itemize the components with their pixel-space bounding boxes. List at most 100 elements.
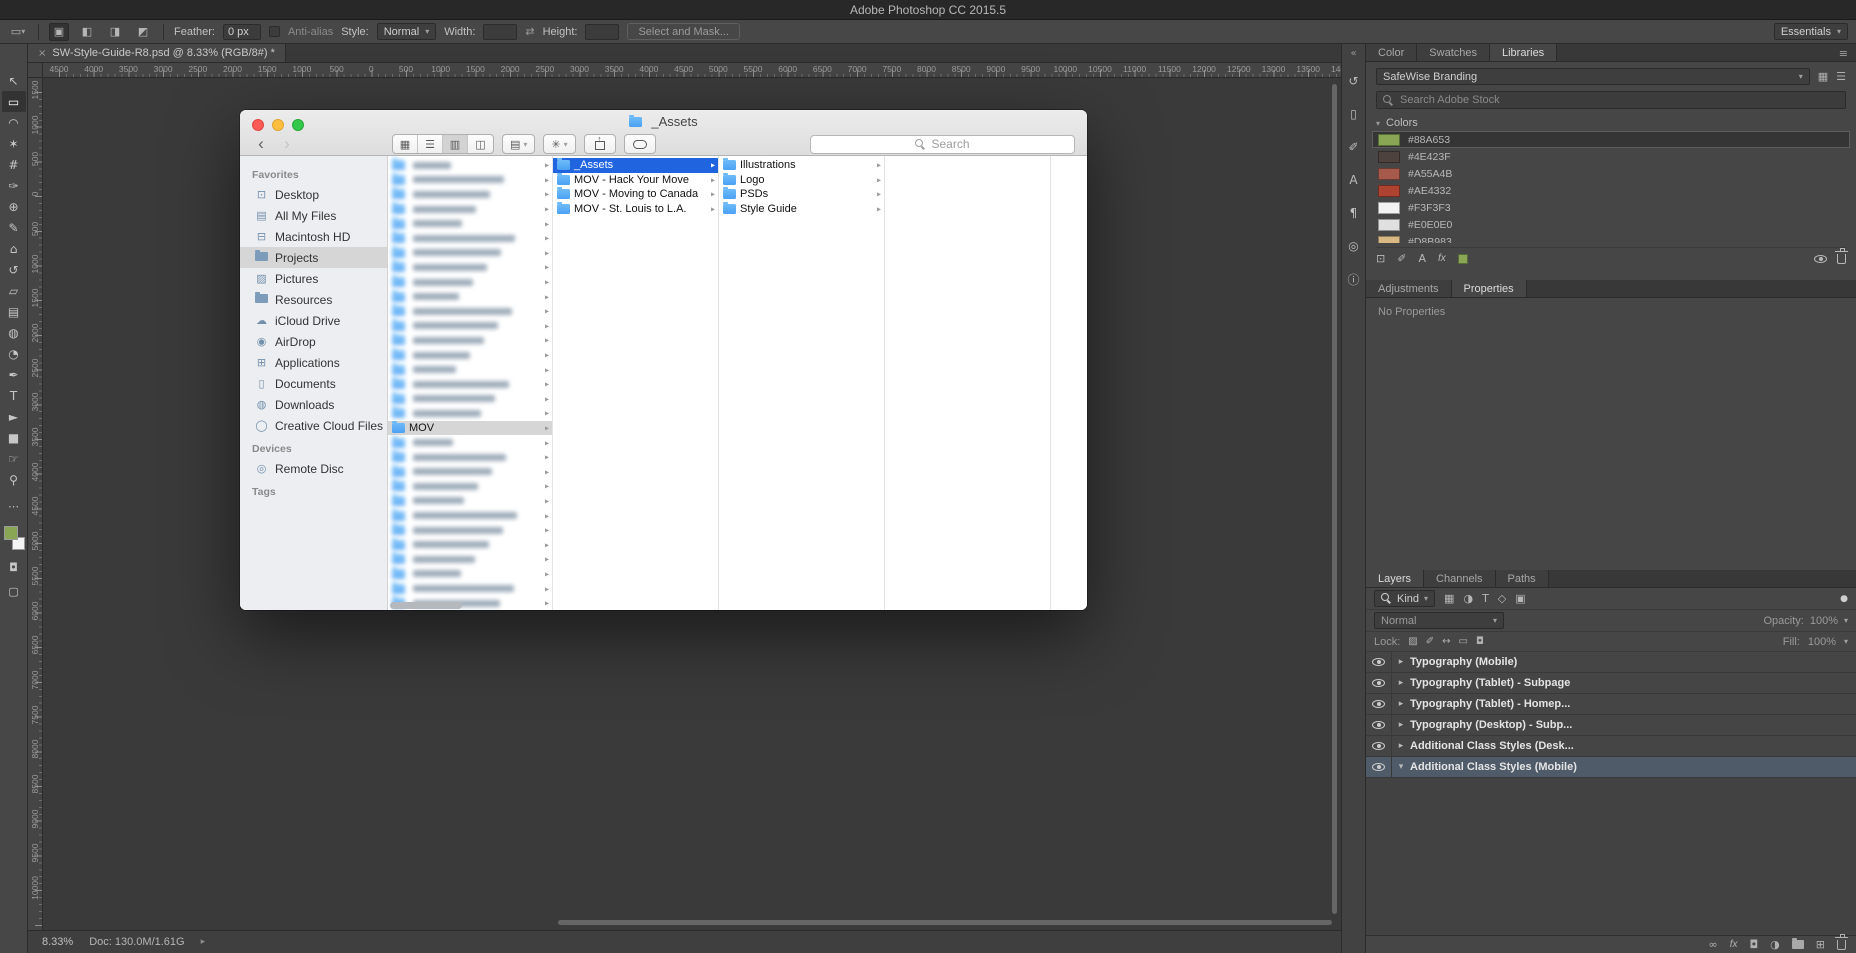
style-select[interactable]: Normal▾ xyxy=(377,23,436,40)
edit-toolbar-icon[interactable]: ⋯ xyxy=(2,498,26,514)
finder-column1-item[interactable]: ▸ xyxy=(388,187,552,202)
finder-column1-item[interactable]: ▸ xyxy=(388,537,552,552)
add-to-selection-icon[interactable]: ◧ xyxy=(77,23,97,41)
finder-column1-item[interactable]: ▸ xyxy=(388,231,552,246)
chevron-right-icon[interactable]: ▸ xyxy=(1392,741,1410,751)
new-selection-icon[interactable]: ▣ xyxy=(49,23,69,41)
layer-row[interactable]: ▸Additional Class Styles (Desk... xyxy=(1366,736,1856,757)
type-tool[interactable]: T xyxy=(2,385,26,406)
tab-paths[interactable]: Paths xyxy=(1496,570,1549,587)
filter-toggle-icon[interactable]: ● xyxy=(1840,594,1848,604)
trash-icon[interactable] xyxy=(1837,254,1846,264)
library-color-item[interactable]: #D8B983 xyxy=(1372,233,1850,243)
intersect-selection-icon[interactable]: ◩ xyxy=(133,23,153,41)
feather-field[interactable]: 0 px xyxy=(223,24,261,40)
forward-button[interactable]: › xyxy=(278,134,296,154)
delete-layer-icon[interactable] xyxy=(1837,940,1846,950)
document-tab[interactable]: × SW-Style-Guide-R8.psd @ 8.33% (RGB/8#)… xyxy=(28,44,286,62)
add-graphic-icon[interactable]: ⊡ xyxy=(1376,252,1385,265)
library-color-item[interactable]: #88A653 xyxy=(1372,131,1850,148)
brush-tool[interactable]: ✎ xyxy=(2,217,26,238)
layer-row[interactable]: ▸Typography (Tablet) - Homep... xyxy=(1366,694,1856,715)
finder-horizontal-scrollbar[interactable] xyxy=(390,602,462,609)
layer-row[interactable]: ▸Typography (Desktop) - Subp... xyxy=(1366,715,1856,736)
lock-position-icon[interactable]: ↔ xyxy=(1442,636,1450,647)
finder-column1-item[interactable]: ▸ xyxy=(388,567,552,582)
library-search-input[interactable]: Search Adobe Stock xyxy=(1376,91,1846,109)
layer-row[interactable]: ▾Additional Class Styles (Mobile) xyxy=(1366,757,1856,778)
sidebar-item-applications[interactable]: ⊞Applications xyxy=(240,352,387,373)
finder-column2-item[interactable]: MOV - Moving to Canada▸ xyxy=(553,187,718,202)
finder-column1-item[interactable]: ▸ xyxy=(388,494,552,509)
path-selection-tool[interactable]: ► xyxy=(2,406,26,427)
layer-mask-icon[interactable]: ◘ xyxy=(1749,938,1758,951)
search-input[interactable]: Search xyxy=(810,135,1075,154)
finder-column1-item[interactable]: ▸ xyxy=(388,479,552,494)
arrange-button[interactable]: ▤▾ xyxy=(502,134,535,154)
select-and-mask-button[interactable]: Select and Mask... xyxy=(627,23,740,40)
layer-visibility-toggle[interactable] xyxy=(1366,736,1392,756)
chevron-right-icon[interactable]: ▸ xyxy=(1392,699,1410,709)
tab-swatches[interactable]: Swatches xyxy=(1417,44,1490,61)
finder-column1-item[interactable]: ▸ xyxy=(388,348,552,363)
height-field[interactable] xyxy=(585,24,619,40)
lock-pixels-icon[interactable]: ✐ xyxy=(1426,636,1434,647)
finder-column1-item[interactable]: ▸ xyxy=(388,392,552,407)
action-button[interactable]: ✳▾ xyxy=(543,134,575,154)
filter-type-layers-icon[interactable]: T xyxy=(1482,592,1489,605)
spot-healing-tool[interactable]: ⊕ xyxy=(2,196,26,217)
layer-visibility-toggle[interactable] xyxy=(1366,694,1392,714)
library-color-item[interactable]: #E0E0E0 xyxy=(1372,216,1850,233)
finder-column2-item[interactable]: MOV - St. Louis to L.A.▸ xyxy=(553,202,718,217)
tab-properties[interactable]: Properties xyxy=(1452,280,1527,297)
add-character-style-icon[interactable]: A xyxy=(1418,252,1426,265)
lock-artboard-icon[interactable]: ▭ xyxy=(1459,636,1468,647)
status-popup-icon[interactable]: ▸ xyxy=(201,937,206,947)
crop-tool[interactable]: # xyxy=(2,154,26,175)
pen-tool[interactable]: ✒ xyxy=(2,364,26,385)
filter-shape-layers-icon[interactable]: ◇ xyxy=(1498,592,1506,605)
anti-alias-checkbox[interactable] xyxy=(269,26,280,37)
clone-source-panel-icon[interactable]: ◎ xyxy=(1344,236,1364,256)
library-color-item[interactable]: #4E423F xyxy=(1372,148,1850,165)
layer-visibility-toggle[interactable] xyxy=(1366,715,1392,735)
fill-value[interactable]: 100% xyxy=(1808,636,1836,648)
close-icon[interactable]: × xyxy=(38,48,46,59)
history-panel-icon[interactable]: ↺ xyxy=(1344,71,1364,91)
layer-visibility-toggle[interactable] xyxy=(1366,652,1392,672)
sidebar-item-documents[interactable]: ▯Documents xyxy=(240,373,387,394)
filter-pixel-layers-icon[interactable]: ▦ xyxy=(1444,592,1454,605)
library-color-item[interactable]: #A55A4B xyxy=(1372,165,1850,182)
sidebar-item-projects[interactable]: Projects xyxy=(240,247,387,268)
adjustment-layer-icon[interactable]: ◑ xyxy=(1770,938,1780,951)
new-layer-icon[interactable]: ⊞ xyxy=(1816,938,1825,951)
opacity-value[interactable]: 100% xyxy=(1810,615,1838,627)
filter-adjustment-layers-icon[interactable]: ◑ xyxy=(1463,592,1473,605)
zoom-level[interactable]: 8.33% xyxy=(42,936,73,948)
sidebar-item-creative-cloud-files[interactable]: ◯Creative Cloud Files xyxy=(240,415,387,436)
layer-visibility-toggle[interactable] xyxy=(1366,757,1392,777)
layer-visibility-toggle[interactable] xyxy=(1366,673,1392,693)
finder-column1-item[interactable]: ▸ xyxy=(388,450,552,465)
finder-column3-item[interactable]: Style Guide▸ xyxy=(719,202,884,217)
dodge-tool[interactable]: ◔ xyxy=(2,343,26,364)
finder-column1-item[interactable]: ▸ xyxy=(388,362,552,377)
add-layer-style-icon[interactable]: fx xyxy=(1438,253,1446,264)
link-layers-icon[interactable]: ∞ xyxy=(1709,938,1718,951)
blend-mode-select[interactable]: Normal▾ xyxy=(1374,612,1504,629)
sidebar-item-downloads[interactable]: ◍Downloads xyxy=(240,394,387,415)
lasso-tool[interactable]: ◠ xyxy=(2,112,26,133)
gradient-tool[interactable]: ▤ xyxy=(2,301,26,322)
library-color-item[interactable]: #AE4332 xyxy=(1372,182,1850,199)
tool-preset-picker[interactable]: ▭▾ xyxy=(8,23,28,41)
paragraph-panel-icon[interactable]: ¶ xyxy=(1344,203,1364,223)
history-brush-tool[interactable]: ↺ xyxy=(2,259,26,280)
add-color-icon[interactable] xyxy=(1458,254,1468,264)
blur-tool[interactable]: ◍ xyxy=(2,322,26,343)
finder-column1-item[interactable]: ▸ xyxy=(388,202,552,217)
layer-row[interactable]: ▸Typography (Tablet) - Subpage xyxy=(1366,673,1856,694)
lock-all-icon[interactable]: ◘ xyxy=(1476,636,1484,647)
sidebar-item-icloud-drive[interactable]: ☁iCloud Drive xyxy=(240,310,387,331)
device-preview-panel-icon[interactable]: ▯ xyxy=(1344,104,1364,124)
move-tool[interactable]: ↖ xyxy=(2,70,26,91)
